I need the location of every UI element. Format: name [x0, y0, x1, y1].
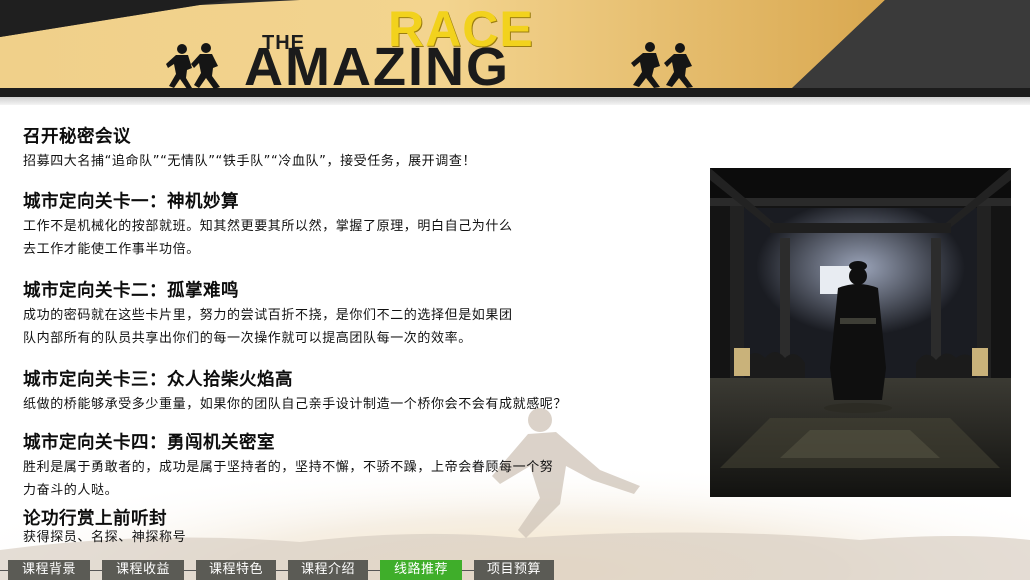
runners-right-icon [631, 42, 693, 88]
logo-amazing-text: AMAZING [244, 37, 510, 97]
tab-course-intro[interactable]: 课程介绍 [288, 560, 368, 580]
section-title: 论功行赏上前听封 [23, 509, 167, 529]
tab-separator [368, 570, 380, 571]
tab-separator [184, 570, 196, 571]
tab-course-features[interactable]: 课程特色 [196, 560, 276, 580]
runners-left-icon [166, 43, 220, 89]
scene-photo [710, 168, 1011, 497]
tab-separator [0, 570, 8, 571]
section-level-four: 城市定向关卡四：勇闯机关密室 胜利是属于勇敢者的，成功是属于坚持者的，坚持不懈，… [23, 430, 703, 502]
tab-separator [462, 570, 474, 571]
section-body-line: 工作不是机械化的按部就班。知其然更要其所以然，掌握了原理，明白自己为什么 [23, 219, 513, 234]
header-banner: THE RACE AMAZING [0, 0, 1030, 97]
section-level-three: 城市定向关卡三：众人拾柴火焰高 纸做的桥能够承受多少重量，如果你的团队自己亲手设… [23, 367, 713, 416]
section-body-line: 成功的密码就在这些卡片里，努力的尝试百折不挠，是你们不二的选择但是如果团 [23, 308, 513, 323]
tab-route-recommend[interactable]: 线路推荐 [380, 560, 462, 580]
section-body-line: 纸做的桥能够承受多少重量，如果你的团队自己亲手设计制造一个桥你会不会有成就感呢？ [23, 397, 568, 412]
section-body-line: 队内部所有的队员共享出你们的每一次操作就可以提高团队每一次的效率。 [23, 331, 472, 346]
tab-separator [90, 570, 102, 571]
section-body-line: 力奋斗的人哒。 [23, 483, 119, 498]
section-secret-meeting: 召开秘密会议 招募四大名捕“追命队”“无情队”“铁手队”“冷血队”，接受任务，展… [23, 124, 713, 173]
section-body-line: 招募四大名捕“追命队”“无情队”“铁手队”“冷血队”，接受任务，展开调查！ [23, 154, 477, 169]
banner-divider [0, 97, 1030, 105]
tab-course-benefits[interactable]: 课程收益 [102, 560, 184, 580]
tab-separator [276, 570, 288, 571]
section-body-line: 获得探员、名探、神探称号 [23, 530, 187, 545]
tab-course-background[interactable]: 课程背景 [8, 560, 90, 580]
bottom-tab-bar: 课程背景 课程收益 课程特色 课程介绍 线路推荐 项目预算 [0, 558, 1030, 580]
section-title: 城市定向关卡三：众人拾柴火焰高 [23, 370, 293, 390]
section-level-two: 城市定向关卡二：孤掌难鸣 成功的密码就在这些卡片里，努力的尝试百折不挠，是你们不… [23, 278, 663, 350]
section-awards: 论功行赏上前听封 获得探员、名探、神探称号 [23, 508, 623, 546]
section-title: 城市定向关卡四：勇闯机关密室 [23, 433, 275, 453]
section-level-one: 城市定向关卡一：神机妙算 工作不是机械化的按部就班。知其然更要其所以然，掌握了原… [23, 189, 663, 261]
tab-project-budget[interactable]: 项目预算 [474, 560, 554, 580]
section-body-line: 胜利是属于勇敢者的，成功是属于坚持者的，坚持不懈，不骄不躁，上帝会眷顾每一个努 [23, 460, 554, 475]
section-body-line: 去工作才能使工作事半功倍。 [23, 242, 200, 257]
section-title: 城市定向关卡二：孤掌难鸣 [23, 281, 239, 301]
section-title: 城市定向关卡一：神机妙算 [23, 192, 239, 212]
section-title: 召开秘密会议 [23, 127, 131, 147]
